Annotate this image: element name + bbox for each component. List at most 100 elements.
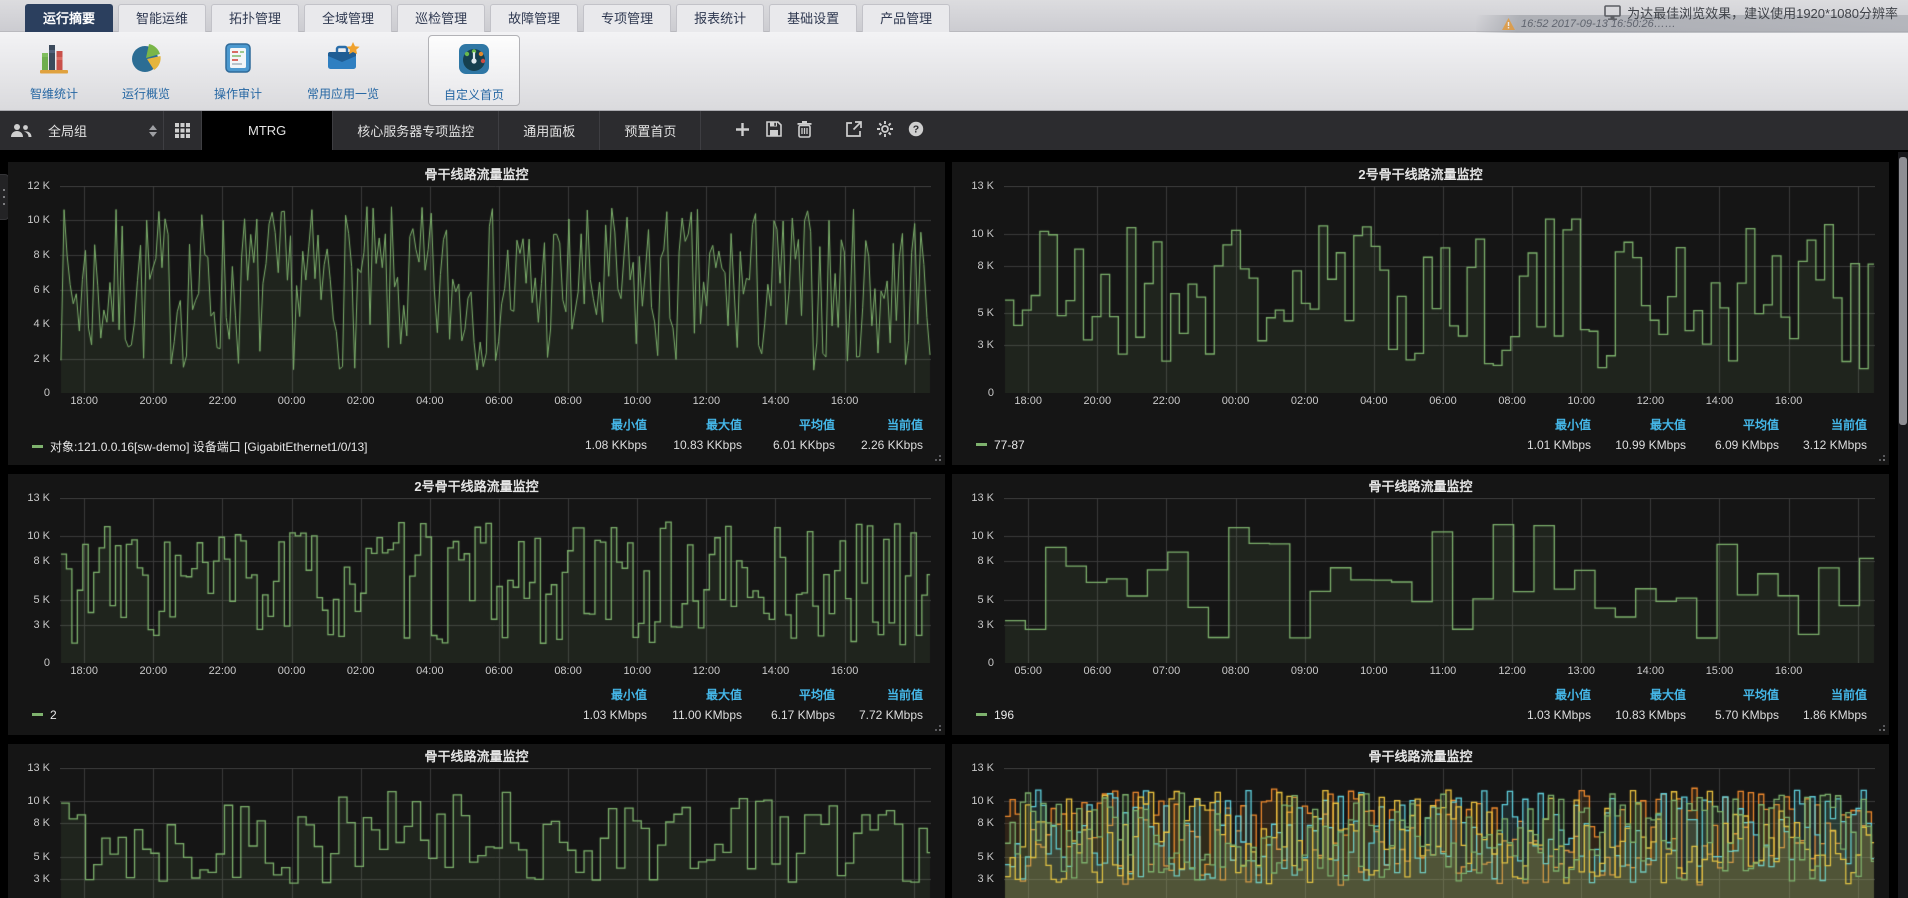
nav-tab-6[interactable]: 故障管理 xyxy=(490,4,578,32)
panel-title: 2号骨干线路流量监控 xyxy=(8,474,945,498)
y-axis-labels: 13 K10 K8 K5 K3 K0 xyxy=(952,498,1004,663)
toolbar-item-4[interactable]: 常用应用一览 xyxy=(284,32,402,106)
x-tick-label: 09:00 xyxy=(1291,665,1319,677)
y-tick-label: 3 K xyxy=(33,873,50,885)
panel-resize-grip[interactable] xyxy=(939,459,941,461)
gauge-icon xyxy=(457,63,491,80)
dashboard-tabs: MTRG核心服务器专项监控通用面板预置首页 xyxy=(202,111,701,150)
x-tick-label: 02:00 xyxy=(347,665,375,677)
x-tick-label: 06:00 xyxy=(485,665,513,677)
plot-area[interactable] xyxy=(60,186,931,393)
x-axis-labels: 18:0020:0022:0000:0002:0004:0006:0008:00… xyxy=(60,663,931,680)
x-tick-label: 08:00 xyxy=(554,665,582,677)
x-tick-label: 12:00 xyxy=(1498,665,1526,677)
stat-header: 最小值 xyxy=(555,686,647,703)
plot-area[interactable] xyxy=(60,498,931,663)
y-tick-label: 13 K xyxy=(971,180,994,192)
legend-item[interactable]: 77-87 xyxy=(976,438,1025,452)
y-tick-label: 12 K xyxy=(27,180,50,192)
y-axis-labels: 13 K10 K8 K5 K3 K0 xyxy=(8,498,60,663)
app-toolbar: 智维统计运行概览操作审计常用应用一览 自定义首页 xyxy=(0,32,1908,111)
external-link-icon xyxy=(846,121,862,140)
legend-label: 77-87 xyxy=(994,438,1025,452)
panel-resize-grip[interactable] xyxy=(939,729,941,731)
dashboard-tab-4[interactable]: 预置首页 xyxy=(600,111,701,150)
open-external-button[interactable] xyxy=(838,111,869,150)
help-icon: ? xyxy=(908,121,924,140)
nav-tab-9[interactable]: 基础设置 xyxy=(769,4,857,32)
nav-tab-1[interactable]: 运行摘要 xyxy=(25,4,113,32)
stat-value: 6.01 KKbps xyxy=(743,438,835,452)
nav-tab-10[interactable]: 产品管理 xyxy=(862,4,950,32)
svg-text:?: ? xyxy=(913,124,919,136)
toolbar-item-label: 自定义首页 xyxy=(429,86,519,103)
x-tick-label: 20:00 xyxy=(1084,395,1112,407)
toolbar-item-5[interactable]: 自定义首页 xyxy=(428,35,520,106)
toolbar-item-label: 操作审计 xyxy=(192,85,284,102)
nav-tab-8[interactable]: 报表统计 xyxy=(676,4,764,32)
y-tick-label: 3 K xyxy=(33,619,50,631)
dashboard-tab-2[interactable]: 核心服务器专项监控 xyxy=(333,111,499,150)
warning-triangle-icon xyxy=(1502,18,1515,30)
stat-header: 最小值 xyxy=(1499,416,1591,433)
plot-area[interactable] xyxy=(60,768,931,898)
legend-item[interactable]: 196 xyxy=(976,708,1014,722)
x-tick-label: 10:00 xyxy=(623,395,651,407)
x-tick-label: 10:00 xyxy=(1567,395,1595,407)
dashboard-tab-3[interactable]: 通用面板 xyxy=(499,111,600,150)
toolbar-item-1[interactable]: 智维统计 xyxy=(8,32,100,106)
save-button[interactable] xyxy=(758,111,789,150)
x-tick-label: 02:00 xyxy=(1291,395,1319,407)
x-tick-label: 07:00 xyxy=(1153,665,1181,677)
dashboard-tab-1[interactable]: MTRG xyxy=(202,111,333,150)
stat-value: 10.83 KMbps xyxy=(1594,708,1686,722)
panel-title: 2号骨干线路流量监控 xyxy=(952,162,1889,186)
y-tick-label: 10 K xyxy=(971,228,994,240)
chart-panel-3: 2号骨干线路流量监控13 K10 K8 K5 K3 K018:0020:0022… xyxy=(8,474,945,735)
stat-value: 1.08 KKbps xyxy=(555,438,647,452)
x-tick-label: 18:00 xyxy=(1014,395,1042,407)
stat-header: 当前值 xyxy=(1775,416,1867,433)
toolbar-item-label: 常用应用一览 xyxy=(284,85,402,102)
nav-tab-7[interactable]: 专项管理 xyxy=(583,4,671,32)
nav-tab-4[interactable]: 全域管理 xyxy=(304,4,392,32)
stat-value: 5.70 KMbps xyxy=(1687,708,1779,722)
stat-value: 7.72 KMbps xyxy=(831,708,923,722)
audit-doc-icon xyxy=(221,62,255,79)
add-button[interactable] xyxy=(727,111,758,150)
x-tick-label: 14:00 xyxy=(1637,665,1665,677)
layout-grid-icon[interactable] xyxy=(164,111,202,150)
x-tick-label: 16:00 xyxy=(831,395,859,407)
stat-value: 1.86 KMbps xyxy=(1775,708,1867,722)
panel-resize-grip[interactable] xyxy=(1883,729,1885,731)
stat-header: 最大值 xyxy=(1594,686,1686,703)
scrollbar-thumb[interactable] xyxy=(1899,157,1907,425)
plot-area[interactable] xyxy=(1004,498,1875,663)
nav-tab-3[interactable]: 拓扑管理 xyxy=(211,4,299,32)
stat-header: 最小值 xyxy=(1499,686,1591,703)
legend-item[interactable]: 对象:121.0.0.16[sw-demo] 设备端口 [GigabitEthe… xyxy=(32,438,368,455)
legend-label: 对象:121.0.0.16[sw-demo] 设备端口 [GigabitEthe… xyxy=(50,440,368,454)
y-tick-label: 3 K xyxy=(977,873,994,885)
panel-resize-grip[interactable] xyxy=(1883,459,1885,461)
x-axis-labels: 18:0020:0022:0000:0002:0004:0006:0008:00… xyxy=(1004,393,1875,410)
plot-area[interactable] xyxy=(1004,186,1875,393)
settings-button[interactable] xyxy=(869,111,900,150)
trash-icon xyxy=(797,121,812,141)
toolbar-item-2[interactable]: 运行概览 xyxy=(100,32,192,106)
legend-color-dash xyxy=(32,445,43,448)
toolbar-item-3[interactable]: 操作审计 xyxy=(192,32,284,106)
plot-area[interactable] xyxy=(1004,768,1875,898)
y-tick-label: 8 K xyxy=(977,555,994,567)
nav-tab-5[interactable]: 巡检管理 xyxy=(397,4,485,32)
y-tick-label: 10 K xyxy=(27,214,50,226)
nav-tab-2[interactable]: 智能运维 xyxy=(118,4,206,32)
x-tick-label: 08:00 xyxy=(1222,665,1250,677)
stat-header: 当前值 xyxy=(831,686,923,703)
help-button[interactable]: ? xyxy=(900,111,931,150)
stat-value: 1.03 KMbps xyxy=(555,708,647,722)
y-tick-label: 5 K xyxy=(33,594,50,606)
group-select[interactable]: 全局组 xyxy=(42,111,164,150)
delete-button[interactable] xyxy=(789,111,820,150)
legend-item[interactable]: 2 xyxy=(32,708,57,722)
